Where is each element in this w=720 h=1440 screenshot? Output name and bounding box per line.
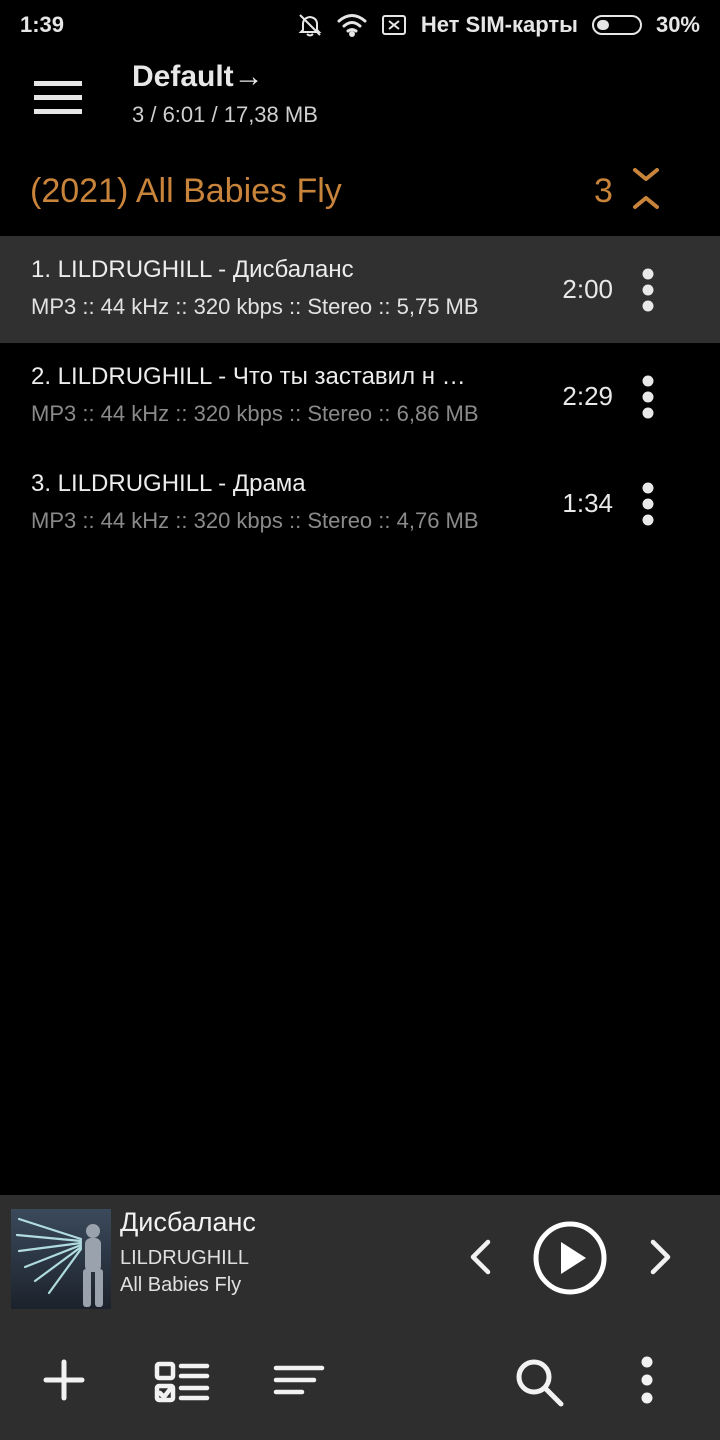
track-more-icon[interactable] xyxy=(636,480,660,528)
track-list: 1. LILDRUGHILL - Дисбаланс MP3 :: 44 kHz… xyxy=(0,236,720,557)
track-meta: MP3 :: 44 kHz :: 320 kbps :: Stereo :: 4… xyxy=(31,508,479,533)
select-list-icon[interactable] xyxy=(147,1346,215,1414)
battery-icon xyxy=(591,15,642,35)
search-icon[interactable] xyxy=(505,1346,573,1414)
collapse-expand-icon[interactable] xyxy=(630,164,662,214)
battery-percent: 30% xyxy=(655,12,700,37)
track-title: 1. LILDRUGHILL - Дисбаланс xyxy=(31,256,354,283)
now-playing-album: All Babies Fly xyxy=(120,1274,242,1296)
track-title: 2. LILDRUGHILL - Что ты заставил н … xyxy=(31,363,466,390)
track-row[interactable]: 3. LILDRUGHILL - Драма MP3 :: 44 kHz :: … xyxy=(0,450,720,557)
now-playing-title: Дисбаланс xyxy=(120,1207,256,1237)
next-track-icon[interactable] xyxy=(645,1237,677,1277)
status-time: 1:39 xyxy=(20,12,65,37)
track-row[interactable]: 1. LILDRUGHILL - Дисбаланс MP3 :: 44 kHz… xyxy=(0,236,720,343)
track-duration: 1:34 xyxy=(562,488,613,518)
now-playing-bar[interactable]: Дисбаланс LILDRUGHILL All Babies Fly xyxy=(0,1195,720,1320)
playlist-arrow-icon: → xyxy=(233,60,264,93)
playlist-name: Default xyxy=(132,60,234,93)
app-header: Default→ 3 / 6:01 / 17,38 MB xyxy=(0,50,720,140)
previous-track-icon[interactable] xyxy=(464,1237,496,1277)
status-bar: 1:39 Нет SIM-карты 30% xyxy=(0,0,720,50)
bell-off-icon xyxy=(297,12,323,38)
sort-icon[interactable] xyxy=(266,1346,334,1414)
menu-icon[interactable] xyxy=(30,78,82,118)
track-meta: MP3 :: 44 kHz :: 320 kbps :: Stereo :: 5… xyxy=(31,294,479,319)
track-row[interactable]: 2. LILDRUGHILL - Что ты заставил н … MP3… xyxy=(0,343,720,450)
wifi-icon xyxy=(337,13,367,37)
track-more-icon[interactable] xyxy=(636,373,660,421)
album-title: (2021) All Babies Fly xyxy=(30,172,342,210)
play-button-icon[interactable] xyxy=(532,1220,608,1296)
track-title: 3. LILDRUGHILL - Драма xyxy=(31,470,306,497)
track-duration: 2:00 xyxy=(562,274,613,304)
album-cover-image[interactable] xyxy=(11,1209,111,1309)
more-icon[interactable] xyxy=(613,1346,681,1414)
playlist-title[interactable]: Default→ xyxy=(132,60,264,94)
track-duration: 2:29 xyxy=(562,381,613,411)
sim-off-icon xyxy=(381,13,407,37)
add-icon[interactable] xyxy=(30,1346,98,1414)
track-more-icon[interactable] xyxy=(636,266,660,314)
playlist-summary: 3 / 6:01 / 17,38 MB xyxy=(132,102,318,127)
status-icons: Нет SIM-карты 30% xyxy=(297,10,700,40)
bottom-toolbar xyxy=(0,1320,720,1440)
carrier-label: Нет SIM-карты xyxy=(420,12,578,37)
now-playing-artist: LILDRUGHILL xyxy=(120,1247,249,1269)
track-meta: MP3 :: 44 kHz :: 320 kbps :: Stereo :: 6… xyxy=(31,401,479,426)
album-track-count: 3 xyxy=(594,172,613,210)
album-group-header[interactable]: (2021) All Babies Fly 3 xyxy=(0,150,720,234)
battery-level xyxy=(596,20,609,30)
